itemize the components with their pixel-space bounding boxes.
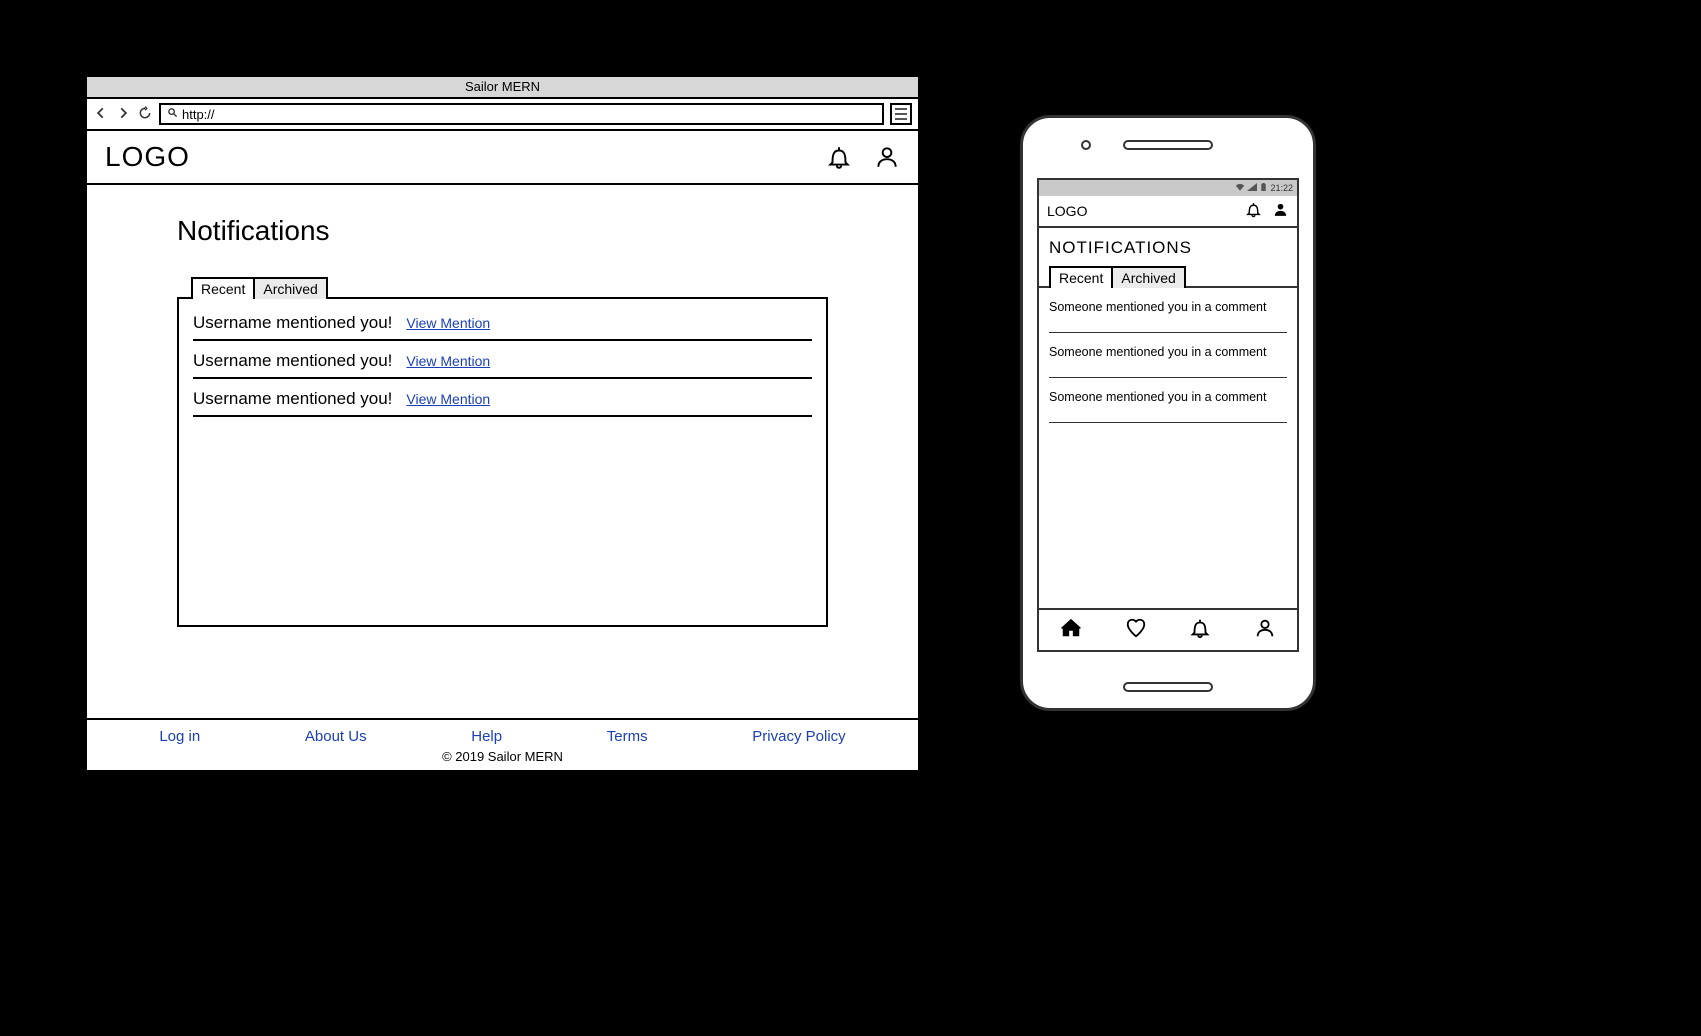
mobile-wireframe: 21:22 LOGO NOTIFICATIONS Recent Archived… xyxy=(1020,115,1316,711)
heart-icon[interactable] xyxy=(1125,617,1147,644)
phone-top xyxy=(1023,118,1313,174)
mobile-logo[interactable]: LOGO xyxy=(1047,203,1087,219)
notification-text: Username mentioned you! xyxy=(193,351,392,371)
page-title: Notifications xyxy=(177,215,828,247)
browser-titlebar: Sailor MERN xyxy=(87,77,918,99)
bell-icon[interactable] xyxy=(1245,201,1262,221)
phone-screen: 21:22 LOGO NOTIFICATIONS Recent Archived… xyxy=(1037,178,1299,652)
back-button[interactable] xyxy=(93,106,109,123)
copyright-text: © 2019 Sailor MERN xyxy=(87,749,918,764)
browser-toolbar: http:// xyxy=(87,99,918,131)
tab-recent[interactable]: Recent xyxy=(191,277,255,299)
notification-text: Username mentioned you! xyxy=(193,313,392,333)
status-time: 21:22 xyxy=(1270,183,1293,193)
search-icon xyxy=(167,107,178,121)
bell-icon[interactable] xyxy=(1189,617,1211,644)
footer-about-link[interactable]: About Us xyxy=(305,728,367,745)
mobile-tabs: Recent Archived xyxy=(1049,266,1297,288)
footer-help-link[interactable]: Help xyxy=(471,728,502,745)
battery-icon xyxy=(1259,183,1268,193)
user-icon[interactable] xyxy=(1272,201,1289,221)
phone-camera xyxy=(1081,140,1091,150)
menu-button[interactable] xyxy=(890,103,912,125)
notification-row: Username mentioned you! View Mention xyxy=(193,303,812,341)
view-mention-link[interactable]: View Mention xyxy=(406,391,490,407)
tab-archived[interactable]: Archived xyxy=(255,277,327,299)
url-text: http:// xyxy=(182,107,215,122)
reload-button[interactable] xyxy=(137,106,153,123)
notification-row[interactable]: Someone mentioned you in a comment xyxy=(1049,288,1287,333)
wifi-icon xyxy=(1235,183,1245,193)
tab-recent[interactable]: Recent xyxy=(1049,266,1113,288)
forward-button[interactable] xyxy=(115,106,131,123)
notification-row: Username mentioned you! View Mention xyxy=(193,341,812,379)
signal-icon xyxy=(1247,183,1257,193)
mobile-bottom-nav xyxy=(1039,608,1297,650)
footer-privacy-link[interactable]: Privacy Policy xyxy=(752,728,845,745)
view-mention-link[interactable]: View Mention xyxy=(406,353,490,369)
mobile-header: LOGO xyxy=(1039,196,1297,228)
notification-row[interactable]: Someone mentioned you in a comment xyxy=(1049,378,1287,423)
bell-icon[interactable] xyxy=(826,144,852,170)
footer-terms-link[interactable]: Terms xyxy=(607,728,648,745)
mobile-notifications-list: Someone mentioned you in a comment Someo… xyxy=(1039,286,1297,608)
tabs: Recent Archived xyxy=(191,277,328,299)
view-mention-link[interactable]: View Mention xyxy=(406,315,490,331)
notification-row: Username mentioned you! View Mention xyxy=(193,379,812,417)
mobile-page-title: NOTIFICATIONS xyxy=(1039,228,1297,264)
logo[interactable]: LOGO xyxy=(105,141,190,173)
url-bar[interactable]: http:// xyxy=(159,103,884,125)
notifications-list: Username mentioned you! View Mention Use… xyxy=(177,297,828,627)
home-icon[interactable] xyxy=(1060,617,1082,644)
site-header: LOGO xyxy=(87,131,918,185)
site-footer: Log in About Us Help Terms Privacy Polic… xyxy=(87,718,918,770)
footer-login-link[interactable]: Log in xyxy=(159,728,200,745)
status-bar: 21:22 xyxy=(1039,180,1297,196)
tab-archived[interactable]: Archived xyxy=(1113,266,1185,288)
phone-speaker xyxy=(1123,140,1213,150)
user-icon[interactable] xyxy=(874,144,900,170)
user-icon[interactable] xyxy=(1254,617,1276,644)
phone-home-button[interactable] xyxy=(1123,682,1213,692)
notification-text: Username mentioned you! xyxy=(193,389,392,409)
notification-row[interactable]: Someone mentioned you in a comment xyxy=(1049,333,1287,378)
page-content: Notifications Recent Archived Username m… xyxy=(87,185,918,627)
browser-wireframe: Sailor MERN http:// LOGO xyxy=(85,75,920,772)
browser-title: Sailor MERN xyxy=(465,79,540,94)
